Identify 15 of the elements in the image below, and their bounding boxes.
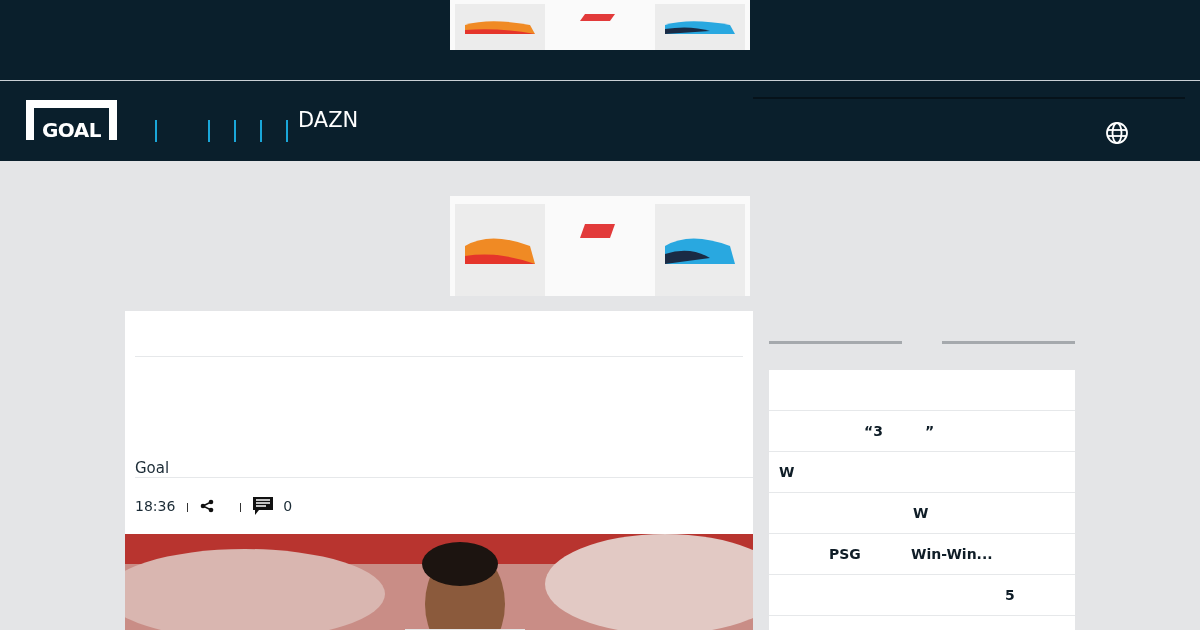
headline-fragment[interactable]: PSG [829, 546, 861, 562]
headline-fragment[interactable]: ” [925, 423, 935, 439]
comment-icon[interactable] [253, 497, 274, 515]
globe-icon[interactable] [1105, 121, 1129, 145]
nav-link[interactable]: DAZN [298, 108, 359, 132]
share-icon[interactable] [200, 499, 215, 513]
comment-count: 0 [283, 498, 293, 514]
author-name: Goal [135, 459, 171, 477]
headline-fragment[interactable]: 5 [1005, 587, 1015, 603]
headline-fragment[interactable]: Win-Win... [911, 546, 993, 562]
publish-time: 18:36 [135, 498, 176, 514]
headline-fragment[interactable]: “3 [864, 423, 883, 439]
headline-fragment[interactable]: W [913, 505, 929, 521]
headline-fragment[interactable]: W [779, 464, 795, 480]
logo[interactable]: GOAL [26, 100, 117, 140]
